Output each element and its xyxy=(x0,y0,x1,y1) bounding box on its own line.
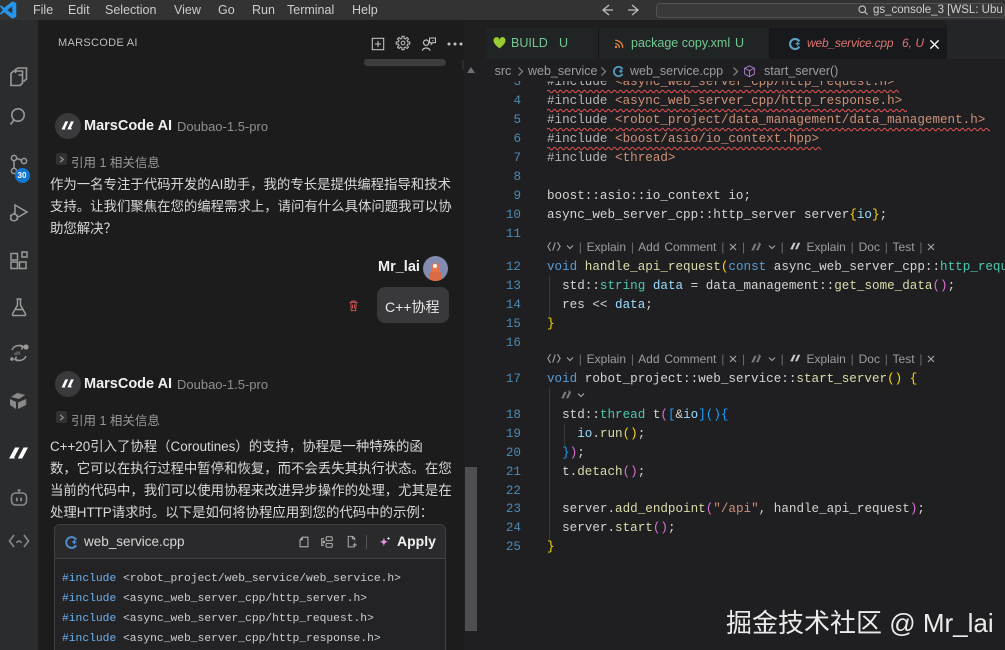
svg-text:diff: diff xyxy=(14,351,21,356)
